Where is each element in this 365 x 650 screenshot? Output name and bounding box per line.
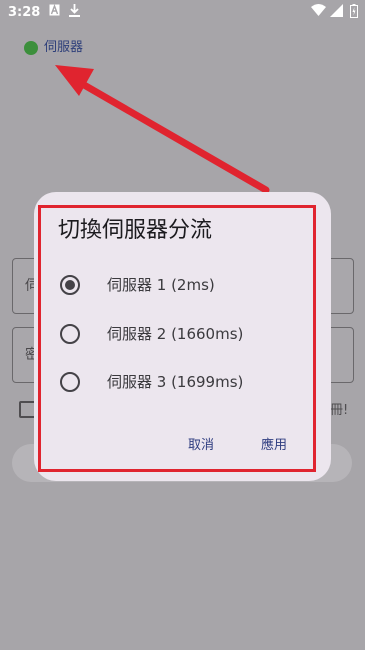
server-option-label: 伺服器 2 (1660ms) bbox=[107, 325, 244, 343]
server-option-label: 伺服器 1 (2ms) bbox=[107, 276, 215, 294]
server-option-label: 伺服器 3 (1699ms) bbox=[107, 373, 244, 391]
cancel-button[interactable]: 取消 bbox=[188, 434, 214, 453]
radio-unselected-icon[interactable] bbox=[60, 372, 80, 392]
radio-unselected-icon[interactable] bbox=[60, 324, 80, 344]
server-option-1[interactable]: 伺服器 1 (2ms) bbox=[56, 267, 306, 303]
server-option-2[interactable]: 伺服器 2 (1660ms) bbox=[56, 316, 306, 352]
dialog-title: 切換伺服器分流 bbox=[58, 218, 213, 243]
server-option-3[interactable]: 伺服器 3 (1699ms) bbox=[56, 364, 306, 400]
apply-button[interactable]: 應用 bbox=[261, 434, 287, 453]
radio-selected-icon[interactable] bbox=[60, 275, 80, 295]
